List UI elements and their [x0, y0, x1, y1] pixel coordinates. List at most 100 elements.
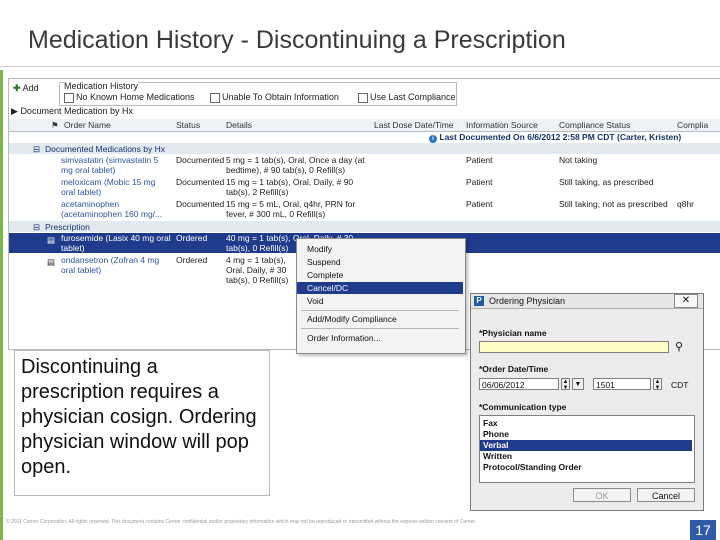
- comm-option-verbal[interactable]: Verbal: [480, 440, 692, 451]
- unable-to-obtain-label: Unable To Obtain Information: [222, 92, 339, 102]
- collapse-icon: ⊟: [33, 144, 41, 154]
- menu-item-modify[interactable]: Modify: [297, 243, 463, 255]
- table-row[interactable]: acetaminophen (acetaminophen 160 mg/... …: [9, 199, 720, 219]
- chevron-down-icon: ▼: [574, 381, 582, 388]
- col-compliance-extra[interactable]: Complia: [677, 120, 708, 130]
- menu-separator: [301, 328, 459, 329]
- medication-history-label: Medication History: [64, 81, 139, 91]
- order-status: Ordered: [176, 255, 208, 265]
- order-status: Documented: [176, 199, 225, 209]
- physician-name-label: *Physician name: [479, 328, 547, 338]
- close-button[interactable]: ✕: [674, 294, 698, 308]
- order-name: furosemide (Lasix 40 mg oral tablet): [61, 233, 171, 253]
- order-status: Documented: [176, 155, 225, 165]
- slide-number: 17: [690, 520, 716, 540]
- order-name: simvastatin (simvastatin 5 mg oral table…: [61, 155, 159, 175]
- document-medication-by-hx[interactable]: ▶ Document Medication by Hx: [11, 106, 133, 117]
- add-button[interactable]: ✚ Add: [13, 83, 39, 94]
- last-documented-banner: i Last Documented On 6/6/2012 2:58 PM CD…: [429, 132, 681, 143]
- communication-type-list: Fax Phone Verbal Written Protocol/Standi…: [479, 415, 695, 483]
- order-time-input[interactable]: 1501: [593, 378, 651, 390]
- table-row[interactable]: meloxicam (Mobic 15 mg oral tablet) Docu…: [9, 177, 720, 197]
- title-divider: [0, 66, 720, 67]
- compliance-status: Still taking, not as prescribed: [559, 199, 668, 209]
- copyright-footer: © 2011 Cerner Corporation. All rights re…: [6, 519, 477, 525]
- menu-item-void[interactable]: Void: [297, 295, 463, 307]
- comm-option-written[interactable]: Written: [480, 451, 692, 462]
- col-compliance-status[interactable]: Compliance Status: [559, 120, 630, 130]
- no-known-home-meds-checkbox[interactable]: No Known Home Medications: [64, 92, 195, 103]
- document-medication-label: Document Medication by Hx: [20, 106, 133, 116]
- slide-title: Medication History - Discontinuing a Pre…: [28, 26, 566, 54]
- info-icon: i: [429, 135, 437, 143]
- col-header-icon: ⚑: [51, 120, 59, 130]
- unable-to-obtain-checkbox[interactable]: Unable To Obtain Information: [210, 92, 339, 103]
- prescription-icon: ▤: [47, 235, 56, 245]
- collapse-icon: ⊟: [33, 222, 41, 232]
- date-dropdown-button[interactable]: ▼: [572, 378, 584, 390]
- time-spinner[interactable]: ▲ ▼: [653, 378, 662, 391]
- menu-item-suspend[interactable]: Suspend: [297, 256, 463, 268]
- close-icon: ✕: [681, 295, 691, 306]
- timezone-label: CDT: [671, 380, 689, 390]
- compliance-status: Still taking, as prescribed: [559, 177, 654, 187]
- order-name: acetaminophen (acetaminophen 160 mg/...: [61, 199, 163, 219]
- dialog-title-bar: P Ordering Physician ✕: [471, 294, 703, 309]
- section-label: Prescription: [45, 222, 90, 232]
- col-order-name[interactable]: Order Name: [64, 120, 111, 130]
- accent-bar: [0, 70, 3, 540]
- col-last-dose[interactable]: Last Dose Date/Time: [374, 120, 454, 130]
- menu-item-cancel-dc[interactable]: Cancel/DC: [297, 282, 463, 294]
- information-source: Patient: [466, 177, 493, 187]
- order-status: Documented: [176, 177, 225, 187]
- menu-separator: [301, 310, 459, 311]
- add-label: Add: [22, 83, 39, 93]
- col-information-source[interactable]: Information Source: [466, 120, 538, 130]
- grid-header: ⚑ Order Name Status Details Last Dose Da…: [9, 119, 720, 132]
- binoculars-search-icon[interactable]: ⚲: [675, 340, 683, 353]
- communication-type-label: *Communication type: [479, 402, 567, 412]
- order-date-label: *Order Date/Time: [479, 364, 549, 374]
- compliance-status: Not taking: [559, 155, 598, 165]
- app-icon: P: [474, 296, 484, 306]
- col-details[interactable]: Details: [226, 120, 252, 130]
- menu-item-complete[interactable]: Complete: [297, 269, 463, 281]
- order-name: ondansetron (Zofran 4 mg oral tablet): [61, 255, 160, 275]
- caption-box: Discontinuing a prescription requires a …: [14, 350, 270, 496]
- comm-option-phone[interactable]: Phone: [480, 429, 692, 440]
- expand-arrow-icon: ▶: [11, 106, 18, 116]
- date-spinner[interactable]: ▲ ▼: [561, 378, 570, 391]
- use-last-compliance-label: Use Last Compliance: [370, 92, 456, 102]
- section-label: Documented Medications by Hx: [45, 144, 166, 154]
- ordering-physician-dialog: P Ordering Physician ✕ *Physician name ⚲…: [470, 293, 704, 511]
- medication-history-group: Medication History No Known Home Medicat…: [59, 81, 457, 106]
- comm-option-protocol[interactable]: Protocol/Standing Order: [480, 462, 692, 473]
- order-details: 4 mg = 1 tab(s), Oral, Daily, # 30 tab(s…: [226, 255, 289, 285]
- order-details: 5 mg = 1 tab(s), Oral, Once a day (at be…: [226, 155, 365, 175]
- cancel-button[interactable]: Cancel: [637, 488, 695, 502]
- section-documented-medications[interactable]: ⊟ Documented Medications by Hx: [9, 143, 720, 154]
- menu-item-order-information[interactable]: Order Information...: [297, 332, 463, 344]
- order-date-input[interactable]: 06/06/2012: [479, 378, 559, 390]
- use-last-compliance-button[interactable]: Use Last Compliance: [358, 92, 456, 103]
- order-details: 15 mg = 5 mL, Oral, q4hr, PRN for fever,…: [226, 199, 356, 219]
- order-status: Ordered: [176, 233, 208, 243]
- last-documented-text: Last Documented On 6/6/2012 2:58 PM CDT …: [439, 132, 682, 142]
- order-context-menu: Modify Suspend Complete Cancel/DC Void A…: [296, 238, 466, 354]
- add-icon: ✚: [13, 83, 21, 93]
- information-source: Patient: [466, 199, 493, 209]
- section-prescription[interactable]: ⊟ Prescription: [9, 221, 720, 232]
- col-status[interactable]: Status: [176, 120, 200, 130]
- no-known-home-meds-label: No Known Home Medications: [76, 92, 195, 102]
- order-name: meloxicam (Mobic 15 mg oral tablet): [61, 177, 156, 197]
- table-row[interactable]: simvastatin (simvastatin 5 mg oral table…: [9, 155, 720, 175]
- prescription-icon: ▤: [47, 257, 56, 267]
- compliance-extra: q8hr: [677, 199, 695, 209]
- physician-name-input[interactable]: [479, 341, 669, 353]
- comm-option-fax[interactable]: Fax: [480, 418, 692, 429]
- information-source: Patient: [466, 155, 493, 165]
- ok-button[interactable]: OK: [573, 488, 631, 502]
- dialog-title: Ordering Physician: [489, 296, 566, 306]
- order-details: 15 mg = 1 tab(s), Oral, Daily, # 90 tab(…: [226, 177, 354, 197]
- menu-item-add-modify-compliance[interactable]: Add/Modify Compliance: [297, 313, 463, 325]
